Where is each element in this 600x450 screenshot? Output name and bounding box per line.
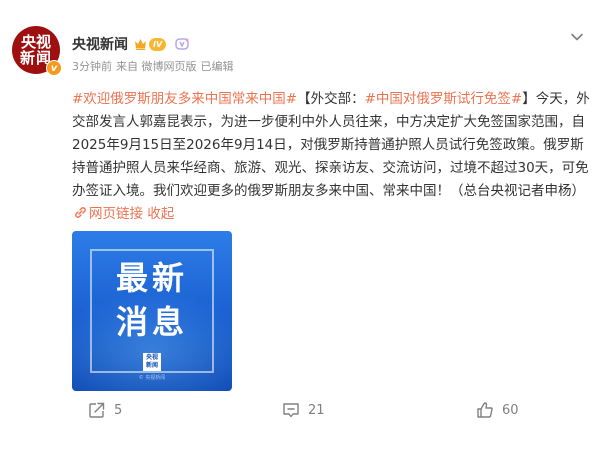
hashtag-link[interactable]: #欢迎俄罗斯朋友多来中国常来中国# xyxy=(72,91,297,107)
image-credit: © 央视新闻 xyxy=(138,375,166,381)
link-icon xyxy=(75,207,86,218)
logo-line1: 央视 xyxy=(145,354,158,361)
verified-badge-icon: v xyxy=(46,60,62,76)
like-icon xyxy=(477,402,493,418)
logo-line2: 新闻 xyxy=(145,362,158,369)
post-text: 【外交部： xyxy=(297,91,365,107)
collapse-link[interactable]: 收起 xyxy=(147,206,174,222)
author-row: 央视新闻 IV xyxy=(72,34,190,54)
like-count: 60 xyxy=(502,402,519,418)
post-text: 】今天，外交部发言人郭嘉昆表示，为进一步便利中外人员往来，中方决定扩大免签国家范… xyxy=(72,91,590,199)
image-headline-line1: 最新 xyxy=(115,259,188,297)
cctv-news-logo: 央视 新闻 xyxy=(143,353,161,371)
post-meta: 3分钟前 来自 微博网页版 已编辑 xyxy=(72,58,234,74)
post-content: #欢迎俄罗斯朋友多来中国常来中国#【外交部：#中国对俄罗斯试行免签#】今天，外交… xyxy=(72,88,592,226)
repost-button[interactable]: 5 xyxy=(88,398,122,422)
hashtag-link[interactable]: #中国对俄罗斯试行免签# xyxy=(365,91,523,107)
action-bar: 5 21 60 xyxy=(0,398,600,422)
repost-count: 5 xyxy=(114,402,123,418)
comment-icon xyxy=(283,403,299,418)
chevron-down-icon[interactable] xyxy=(570,30,584,44)
avatar-container[interactable]: 央视 新闻 v xyxy=(12,26,62,76)
comment-button[interactable]: 21 xyxy=(282,398,325,422)
level-badge[interactable]: IV xyxy=(149,37,167,51)
post-image[interactable]: 最新 消息 央视 新闻 © 央视新闻 xyxy=(72,231,232,391)
web-link-label[interactable]: 网页链接 xyxy=(89,206,143,222)
comment-count: 21 xyxy=(308,402,325,418)
avatar-text-line1: 央视 xyxy=(20,33,51,51)
like-button[interactable]: 60 xyxy=(476,398,519,422)
author-name[interactable]: 央视新闻 xyxy=(72,34,128,54)
image-headline-line2: 消息 xyxy=(115,303,188,341)
post-time[interactable]: 3分钟前 xyxy=(72,58,112,74)
edited-label[interactable]: 已编辑 xyxy=(201,58,234,74)
web-link[interactable]: 网页链接 xyxy=(72,206,143,222)
vip-member-icon[interactable] xyxy=(174,37,190,51)
post-source: 来自 微博网页版 xyxy=(116,60,197,73)
repost-icon xyxy=(89,402,105,418)
crown-icon xyxy=(135,39,146,50)
